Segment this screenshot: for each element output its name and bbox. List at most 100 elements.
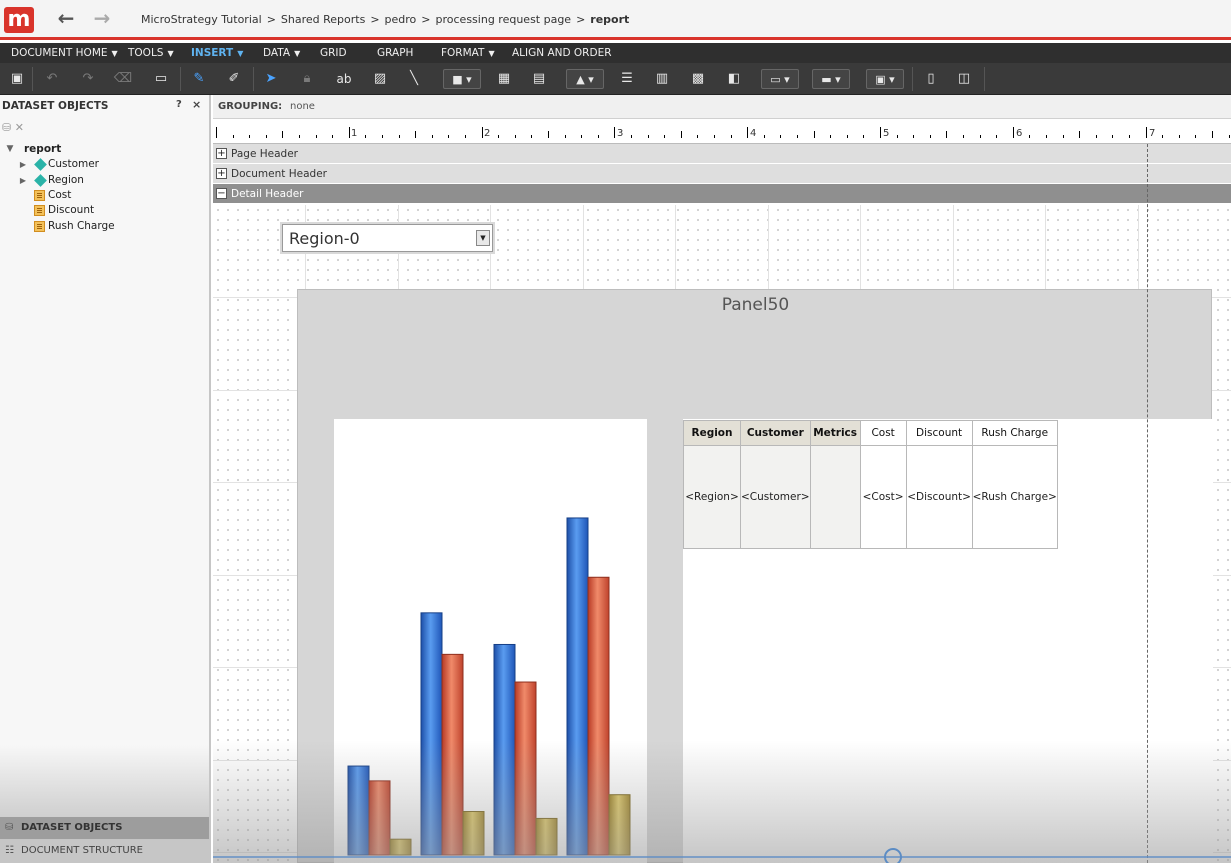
section-document-header[interactable]: + Document Header bbox=[213, 164, 1231, 184]
button-bar-dropdown[interactable]: ▭ ▾ bbox=[761, 69, 799, 89]
document-canvas[interactable]: 1234567 + Page Header + Document Header … bbox=[213, 120, 1231, 863]
shape-dropdown[interactable]: ■ ▾ bbox=[443, 69, 481, 89]
header-rush-charge[interactable]: Rush Charge bbox=[971, 420, 1058, 446]
ruler-tick bbox=[399, 135, 400, 138]
cell-discount[interactable]: <Discount> bbox=[905, 445, 973, 549]
image-icon[interactable]: ▨ bbox=[370, 69, 390, 89]
horizontal-scrollbar[interactable] bbox=[213, 856, 1231, 858]
design-mode-icon[interactable]: ✎ bbox=[189, 69, 209, 89]
image-dropdown[interactable]: ▣ ▾ bbox=[866, 69, 904, 89]
expand-icon[interactable]: + bbox=[216, 148, 227, 159]
menu-tools[interactable]: TOOLS ▼ bbox=[128, 43, 174, 63]
page-icon[interactable]: ◫ bbox=[954, 69, 974, 89]
ruler-number: 7 bbox=[1149, 128, 1156, 139]
edit-mode-icon[interactable]: ✐ bbox=[224, 69, 244, 89]
save-icon[interactable]: ▣ bbox=[8, 69, 26, 89]
ruler-number: 1 bbox=[351, 128, 358, 139]
back-arrow-icon[interactable]: ← bbox=[54, 7, 78, 31]
add-dataset-icon[interactable]: ⛁ bbox=[2, 121, 11, 134]
grid-container[interactable]: Region Customer Metrics Cost Discount Ru… bbox=[683, 419, 1213, 863]
text-box-dropdown[interactable]: ▬ ▾ bbox=[812, 69, 850, 89]
header-region[interactable]: Region bbox=[683, 420, 741, 446]
panel-stack[interactable]: Panel50 Region Customer Metrics Cost Dis… bbox=[297, 289, 1213, 863]
tab-dataset-objects[interactable]: ⛁ DATASET OBJECTS bbox=[0, 817, 209, 839]
section-page-header[interactable]: + Page Header bbox=[213, 144, 1231, 164]
cell-cost[interactable]: <Cost> bbox=[859, 445, 907, 549]
chart-bar[interactable] bbox=[389, 838, 412, 856]
grid-table[interactable]: Region Customer Metrics Cost Discount Ru… bbox=[683, 420, 1058, 549]
ruler-tick bbox=[996, 135, 997, 138]
breadcrumb-item[interactable]: processing request page bbox=[436, 13, 572, 26]
ruler-tick bbox=[1013, 127, 1014, 138]
undo-icon[interactable]: ↶ bbox=[42, 69, 62, 89]
chart-bar[interactable] bbox=[608, 794, 631, 856]
forward-arrow-icon[interactable]: → bbox=[90, 7, 114, 31]
header-cost[interactable]: Cost bbox=[859, 420, 907, 446]
chart-bar[interactable] bbox=[347, 765, 370, 856]
menu-data[interactable]: DATA ▼ bbox=[263, 43, 300, 63]
graph-container[interactable] bbox=[334, 419, 647, 863]
slider-icon[interactable]: ◧ bbox=[724, 69, 744, 89]
menu-graph[interactable]: GRAPH bbox=[377, 43, 413, 63]
expand-icon[interactable]: + bbox=[216, 168, 227, 179]
breadcrumb-item[interactable]: pedro bbox=[385, 13, 417, 26]
redo-icon[interactable]: ↷ bbox=[78, 69, 98, 89]
chart-bar[interactable] bbox=[514, 681, 537, 856]
header-customer[interactable]: Customer bbox=[740, 420, 811, 446]
grid-icon[interactable]: ▤ bbox=[529, 69, 549, 89]
collapse-arrow-icon[interactable]: ▼ bbox=[5, 142, 15, 157]
ruler-tick bbox=[216, 127, 217, 138]
html-container-icon[interactable]: ▦ bbox=[494, 69, 514, 89]
chart-bar[interactable] bbox=[368, 780, 391, 856]
cell-customer[interactable]: <Customer> bbox=[740, 445, 811, 549]
header-metrics[interactable]: Metrics bbox=[809, 420, 861, 446]
scrollbar-handle[interactable] bbox=[884, 848, 902, 863]
chart-bar[interactable] bbox=[493, 643, 516, 856]
ruler-tick bbox=[382, 135, 383, 138]
chart-bar[interactable] bbox=[420, 612, 443, 856]
remove-dataset-icon[interactable]: ✕ bbox=[15, 121, 24, 134]
menu-insert[interactable]: INSERT ▼ bbox=[191, 43, 243, 63]
graph-dropdown[interactable]: ▲ ▾ bbox=[566, 69, 604, 89]
header-discount[interactable]: Discount bbox=[905, 420, 973, 446]
breadcrumb-item[interactable]: Shared Reports bbox=[281, 13, 365, 26]
help-icon[interactable]: ? bbox=[176, 99, 182, 110]
bar-chart-icon[interactable]: ▯ bbox=[921, 69, 941, 89]
widget-icon[interactable]: ▩ bbox=[688, 69, 708, 89]
ruler-tick bbox=[482, 127, 483, 138]
close-icon[interactable]: × bbox=[192, 98, 201, 111]
cell-metrics[interactable] bbox=[809, 445, 861, 549]
expand-arrow-icon[interactable]: ▶ bbox=[18, 173, 28, 188]
expand-arrow-icon[interactable]: ▶ bbox=[18, 157, 28, 172]
menu-document-home[interactable]: DOCUMENT HOME ▼ bbox=[11, 43, 118, 63]
chart-bar[interactable] bbox=[566, 517, 589, 856]
region-selector[interactable]: Region-0 ▼ bbox=[282, 224, 493, 252]
menu-align-and-order[interactable]: ALIGN AND ORDER bbox=[512, 43, 612, 63]
cell-rush-charge[interactable]: <Rush Charge> bbox=[971, 445, 1058, 549]
menu-grid[interactable]: GRID bbox=[320, 43, 347, 63]
select-pointer-icon[interactable]: ➤ bbox=[262, 69, 280, 89]
chevron-down-icon[interactable]: ▼ bbox=[476, 230, 490, 246]
tab-document-structure[interactable]: ☷ DOCUMENT STRUCTURE bbox=[0, 840, 209, 863]
collapse-icon[interactable]: − bbox=[216, 188, 227, 199]
panel-stack-icon[interactable]: ☰ bbox=[617, 69, 637, 89]
section-detail-header[interactable]: − Detail Header bbox=[213, 184, 1231, 204]
ruler-tick bbox=[814, 131, 815, 138]
chart-bar[interactable] bbox=[441, 653, 464, 856]
microstrategy-logo[interactable]: m bbox=[4, 7, 34, 33]
line-icon[interactable]: ╲ bbox=[404, 69, 424, 89]
breadcrumb-item[interactable]: MicroStrategy Tutorial bbox=[141, 13, 262, 26]
eraser-icon[interactable]: ⌫ bbox=[113, 69, 133, 89]
cell-region[interactable]: <Region> bbox=[683, 445, 741, 549]
menu-format[interactable]: FORMAT ▼ bbox=[441, 43, 495, 63]
chart-bar[interactable] bbox=[535, 817, 558, 856]
lock-icon[interactable]: 🔒︎ bbox=[298, 69, 316, 89]
chart-bar[interactable] bbox=[587, 576, 610, 856]
grouping-bar[interactable]: GROUPING: none bbox=[213, 95, 1231, 119]
ruler-tick bbox=[515, 135, 516, 138]
selector-icon[interactable]: ▥ bbox=[652, 69, 672, 89]
chart-bar[interactable] bbox=[462, 811, 485, 856]
text-field-icon[interactable]: ab bbox=[333, 69, 355, 89]
ruler-tick bbox=[531, 135, 532, 138]
presentation-icon[interactable]: ▭ bbox=[151, 69, 171, 89]
